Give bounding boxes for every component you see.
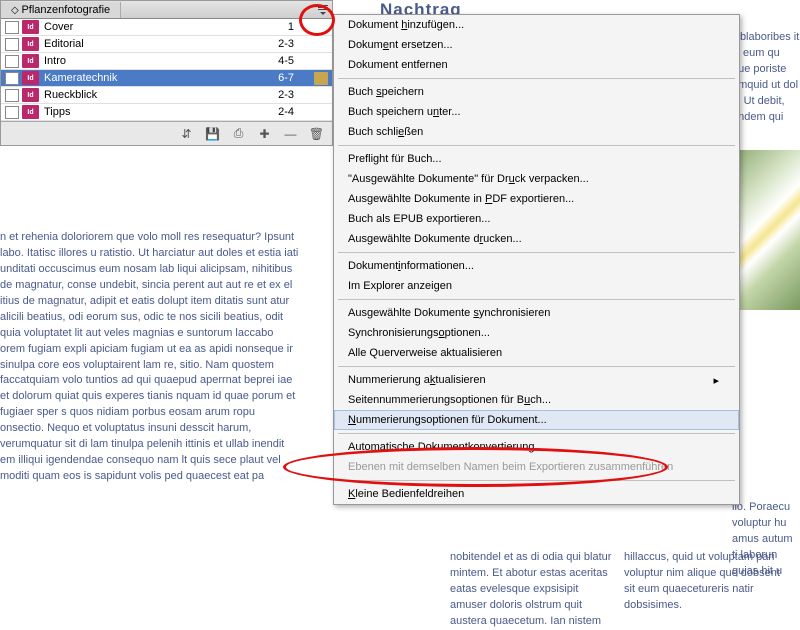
- doc-name: Tipps: [44, 106, 278, 118]
- menu-item[interactable]: Dokumentinformationen...: [334, 256, 739, 276]
- doc-row[interactable]: Id Editorial2-3: [1, 36, 332, 53]
- panel-footer: ⇵ 💾 ⎙ ✚ — 🗑: [1, 121, 332, 145]
- doc-name: Kameratechnik: [44, 72, 278, 84]
- indesign-doc-icon: Id: [22, 71, 39, 85]
- indesign-doc-icon: Id: [22, 88, 39, 102]
- doc-open-icon: [314, 21, 328, 34]
- body-text-right-bottom: nobitendel et as di odia qui blatur mint…: [450, 550, 790, 630]
- submenu-arrow-icon: ▸: [713, 374, 719, 387]
- menu-item[interactable]: Ausgewählte Dokumente in PDF exportieren…: [334, 189, 739, 209]
- doc-open-icon: [314, 72, 328, 85]
- doc-row[interactable]: Id Kameratechnik6-7: [1, 70, 332, 87]
- menu-separator: [338, 366, 735, 367]
- flower-image: [730, 150, 800, 310]
- menu-item[interactable]: Ausgewählte Dokumente drucken...: [334, 229, 739, 249]
- doc-pages: 1: [288, 21, 294, 33]
- panel-header: ◇ Pflanzenfotografie: [1, 1, 332, 19]
- doc-name: Rueckblick: [44, 89, 278, 101]
- body-text-left: n et rehenia doloriorem que volo moll re…: [0, 230, 300, 485]
- panel-tab[interactable]: ◇ Pflanzenfotografie: [1, 2, 121, 18]
- doc-pages: 2-4: [278, 106, 294, 118]
- indesign-doc-icon: Id: [22, 105, 39, 119]
- doc-checkbox-icon: [5, 72, 19, 85]
- menu-item[interactable]: Im Explorer anzeigen: [334, 276, 739, 296]
- doc-open-icon: [314, 89, 328, 102]
- body-text-right-top: li blaboribes it lit eum qu que poriste …: [732, 30, 800, 126]
- menu-separator: [338, 480, 735, 481]
- menu-item[interactable]: Buch speichern: [334, 82, 739, 102]
- doc-checkbox-icon: [5, 21, 19, 34]
- doc-pages: 4-5: [278, 55, 294, 67]
- menu-item[interactable]: Dokument hinzufügen...: [334, 15, 739, 35]
- add-icon[interactable]: ✚: [257, 126, 272, 141]
- sync-icon[interactable]: ⇵: [179, 126, 194, 141]
- doc-name: Cover: [44, 21, 288, 33]
- menu-separator: [338, 78, 735, 79]
- doc-row[interactable]: Id Cover1: [1, 19, 332, 36]
- book-panel: ◇ Pflanzenfotografie Id Cover1 Id Editorial…: [0, 0, 333, 146]
- panel-menu-button[interactable]: [314, 2, 332, 18]
- document-list: IdCover1IdEditorial2-3IdIntro4-5IdKamera…: [1, 19, 332, 121]
- panel-context-menu: Dokument hinzufügen...Dokument ersetzen.…: [333, 14, 740, 505]
- menu-separator: [338, 433, 735, 434]
- menu-item: Ebenen mit demselben Namen beim Exportie…: [334, 457, 739, 477]
- doc-checkbox-icon: [5, 106, 19, 119]
- doc-checkbox-icon: [5, 89, 19, 102]
- remove-icon[interactable]: —: [283, 126, 298, 141]
- menu-item[interactable]: Kleine Bedienfeldreihen: [334, 484, 739, 504]
- doc-pages: 6-7: [278, 72, 294, 84]
- print-icon[interactable]: ⎙: [231, 126, 246, 141]
- doc-open-icon: [314, 38, 328, 51]
- menu-item[interactable]: Buch speichern unter...: [334, 102, 739, 122]
- doc-checkbox-icon: [5, 38, 19, 51]
- menu-item[interactable]: Dokument entfernen: [334, 55, 739, 75]
- menu-item[interactable]: Dokument ersetzen...: [334, 35, 739, 55]
- doc-pages: 2-3: [278, 89, 294, 101]
- menu-item[interactable]: Preflight für Buch...: [334, 149, 739, 169]
- menu-item[interactable]: Buch als EPUB exportieren...: [334, 209, 739, 229]
- indesign-doc-icon: Id: [22, 20, 39, 34]
- menu-separator: [338, 299, 735, 300]
- indesign-doc-icon: Id: [22, 37, 39, 51]
- menu-item[interactable]: Seitennummerierungsoptionen für Buch...: [334, 390, 739, 410]
- trash-icon[interactable]: 🗑: [309, 126, 324, 141]
- doc-row[interactable]: Id Rueckblick2-3: [1, 87, 332, 104]
- doc-name: Intro: [44, 55, 278, 67]
- doc-checkbox-icon: [5, 55, 19, 68]
- doc-row[interactable]: Id Intro4-5: [1, 53, 332, 70]
- doc-pages: 2-3: [278, 38, 294, 50]
- panel-title: Pflanzenfotografie: [21, 4, 110, 16]
- menu-item[interactable]: Ausgewählte Dokumente synchronisieren: [334, 303, 739, 323]
- doc-open-icon: [314, 55, 328, 68]
- menu-separator: [338, 145, 735, 146]
- menu-item[interactable]: Buch schließen: [334, 122, 739, 142]
- doc-row[interactable]: Id Tipps2-4: [1, 104, 332, 121]
- menu-item[interactable]: "Ausgewählte Dokumente" für Druck verpac…: [334, 169, 739, 189]
- save-icon[interactable]: 💾: [205, 126, 220, 141]
- menu-item[interactable]: Alle Querverweise aktualisieren: [334, 343, 739, 363]
- doc-name: Editorial: [44, 38, 278, 50]
- indesign-doc-icon: Id: [22, 54, 39, 68]
- menu-item[interactable]: Nummerierung aktualisieren▸: [334, 370, 739, 390]
- menu-item[interactable]: Nummerierungsoptionen für Dokument...: [334, 410, 739, 430]
- doc-open-icon: [314, 106, 328, 119]
- menu-item[interactable]: Automatische Dokumentkonvertierung: [334, 437, 739, 457]
- menu-separator: [338, 252, 735, 253]
- menu-item[interactable]: Synchronisierungsoptionen...: [334, 323, 739, 343]
